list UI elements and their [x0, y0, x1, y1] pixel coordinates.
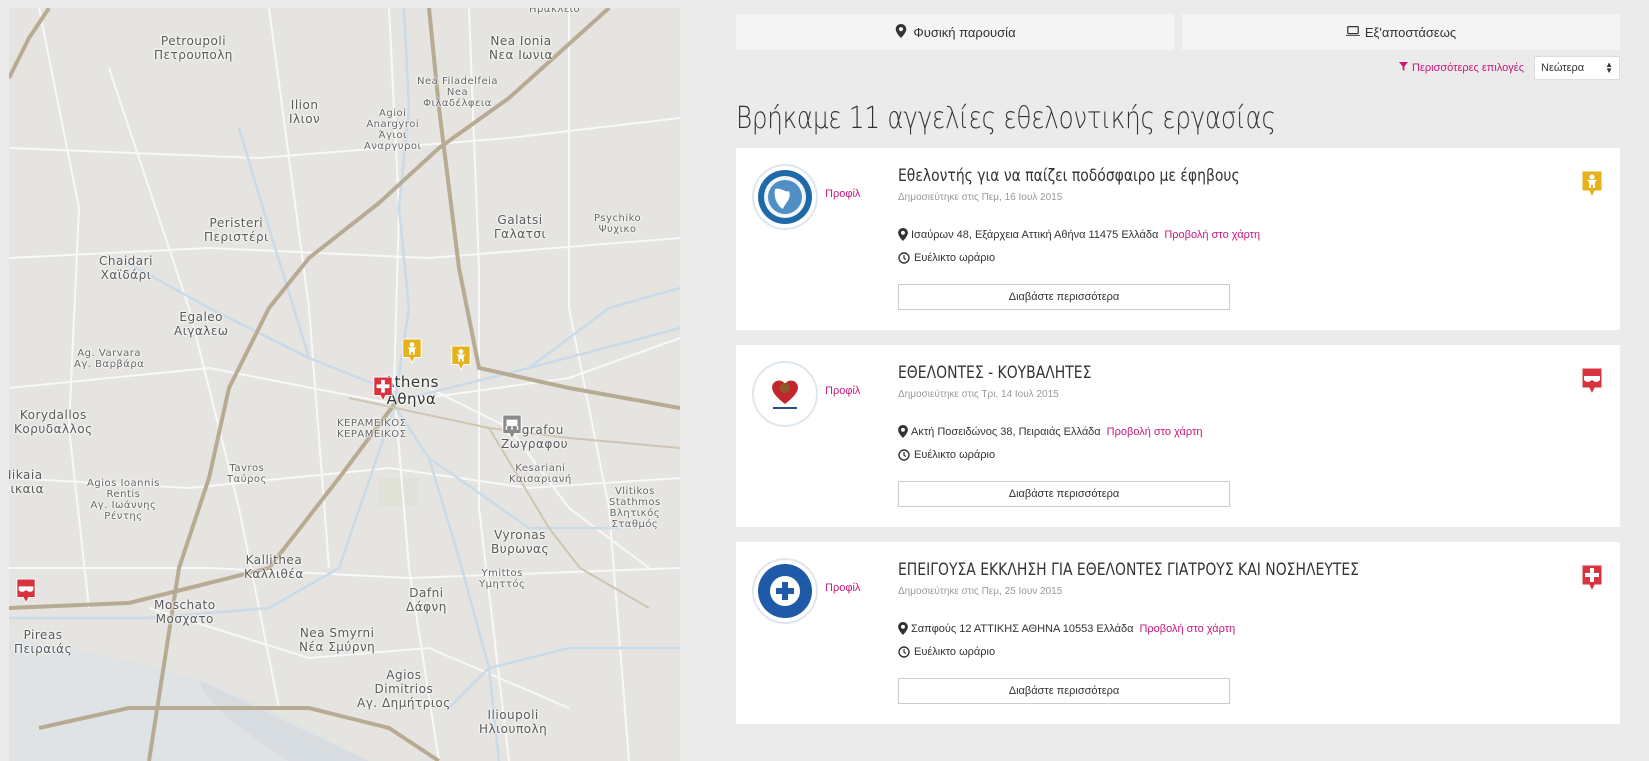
clock-icon [898, 252, 910, 264]
listing-address: Ισαύρων 48, Εξάρχεια Αττική Αθήνα 11475 … [898, 228, 1260, 241]
location-type-tabs: Φυσική παρουσία Εξ'αποστάσεως [736, 14, 1620, 50]
map-place-label: ΚΕΡΑΜΕΙΚΟΣ ΚΕΡΑΜΕΙΚΟΣ [337, 418, 407, 440]
listing-title[interactable]: ΕΘΕΛΟΝΤΕΣ - ΚΟΥΒΑΛΗΤΕΣ [898, 363, 1091, 383]
map-place-label: Agioi Anargyroi Άγιοι Αναργυροι [364, 108, 422, 152]
sort-select[interactable]: Νεώτερα ▲ ▼ [1534, 56, 1620, 80]
map-place-label: Nea Ionia Νεα Ιωνια [489, 34, 553, 62]
listing-date: Δημοσιεύτηκε στις Πεμ, 16 Ιουλ 2015 [898, 192, 1063, 203]
filter-icon [1399, 62, 1409, 74]
map-place-label: Pireas Πειραιάς [14, 628, 73, 656]
listing-schedule: Ευέλικτο ωράριο [898, 646, 995, 658]
results-heading: Βρήκαμε 11 αγγελίες εθελοντικής εργασίας [736, 101, 1276, 136]
tab-physical-presence[interactable]: Φυσική παρουσία [736, 14, 1174, 50]
organization-logo[interactable] [754, 560, 816, 622]
listing-schedule: Ευέλικτο ωράριο [898, 252, 995, 264]
map-place-label: Ag. Varvara Αγ. Βαρβάρα [74, 348, 145, 370]
clock-icon [898, 449, 910, 461]
tab-remote[interactable]: Εξ'αποστάσεως [1182, 14, 1620, 50]
map-place-label: Galatsi Γαλατσι [494, 213, 546, 241]
profile-link[interactable]: Προφίλ [825, 582, 860, 594]
listing-address: Ακτή Ποσειδώνος 38, Πειραιάς Ελλάδα Προβο… [898, 425, 1202, 438]
more-options-label: Περισσότερες επιλογές [1412, 62, 1524, 74]
filter-bar: Περισσότερες επιλογές Νεώτερα ▲ ▼ [1399, 56, 1620, 80]
map-place-label: Agios Ioannis Rentis Αγ. Ιωάννης Ρέντης [87, 478, 160, 522]
map-marker-child-icon[interactable] [450, 345, 472, 371]
schedule-text: Ευέλικτο ωράριο [914, 646, 996, 658]
schedule-text: Ευέλικτο ωράριο [914, 252, 996, 264]
map-place-label: Ilioupoli Ηλιουπολη [479, 708, 548, 736]
listing-date: Δημοσιεύτηκε στις Πεμ, 25 Ιουν 2015 [898, 586, 1063, 597]
map-place-label: Dafni Δάφνη [406, 586, 447, 614]
clock-icon [898, 646, 910, 658]
map-place-label: Ηρακλειο [529, 8, 581, 15]
listing-title[interactable]: ΕΠΕΙΓΟΥΣΑ ΕΚΚΛΗΣΗ ΓΙΑ ΕΘΕΛΟΝΤΕΣ ΓΙΑΤΡΟΥΣ… [898, 560, 1359, 580]
select-arrows-icon: ▲ ▼ [1605, 60, 1613, 75]
schedule-text: Ευέλικτο ωράριο [914, 449, 996, 461]
map-place-label: Psychiko Ψυχικο [594, 213, 642, 235]
map-view[interactable]: Ηρακλειο Petroupoli Πετρουπολη Nea Ionia Ν… [9, 8, 680, 761]
map-place-label: Ymittos Υμηττός [479, 568, 526, 590]
category-medical-cross-icon [1580, 564, 1604, 593]
map-place-label: Kesariani Καισαριανή [509, 463, 572, 485]
read-more-button[interactable]: Διαβάστε περισσότερα [898, 284, 1230, 310]
map-place-label: Nikaia Νικαια [9, 468, 44, 496]
view-on-map-link[interactable]: Προβολή στο χάρτη [1139, 623, 1235, 635]
tab-remote-label: Εξ'αποστάσεως [1364, 24, 1457, 40]
listing-card: Προφίλ ΕΠΕΙΓΟΥΣΑ ΕΚΚΛΗΣΗ ΓΙΑ ΕΘΕΛΟΝΤΕΣ ΓΙ… [736, 542, 1620, 724]
map-pin-icon [898, 425, 908, 438]
map-marker-medical-cross-icon[interactable] [372, 376, 394, 402]
map-place-label: Kallithea Καλλιθέα [244, 553, 304, 581]
listing-title[interactable]: Εθελοντής για να παίζει ποδόσφαιρο με έφ… [898, 166, 1240, 186]
map-place-label: Nea Smyrni Νέα Σμύρνη [299, 626, 376, 654]
map-place-label: Chaidari Χαϊδάρι [99, 254, 153, 282]
map-place-label: Korydallos Κορυδαλλος [14, 408, 93, 436]
tab-physical-label: Φυσική παρουσία [913, 24, 1016, 40]
organization-logo[interactable] [754, 166, 816, 228]
laptop-icon [1345, 24, 1360, 41]
listing-card: Προφίλ ΕΘΕΛΟΝΤΕΣ - ΚΟΥΒΑΛΗΤΕΣ Δημοσιεύτηκε… [736, 345, 1620, 527]
profile-link[interactable]: Προφίλ [825, 385, 860, 397]
listing-schedule: Ευέλικτο ωράριο [898, 449, 995, 461]
organization-logo[interactable] [754, 363, 816, 425]
map-place-label: Vyronas Βυρωνας [491, 528, 549, 556]
address-text: Ισαύρων 48, Εξάρχεια Αττική Αθήνα 11475 … [911, 228, 1159, 241]
map-place-label: Peristeri Περιστέρι [204, 216, 269, 244]
map-marker-group-icon[interactable] [501, 414, 523, 440]
results-panel: Φυσική παρουσία Εξ'αποστάσεως Περισσότερ… [736, 14, 1620, 761]
map-marker-hands-icon[interactable] [15, 578, 37, 604]
address-text: Σαπφούς 12 ΑΤΤΙΚΗΣ ΑΘΗΝΑ 10553 Ελλάδα [911, 622, 1134, 635]
view-on-map-link[interactable]: Προβολή στο χάρτη [1107, 426, 1203, 438]
map-place-label: Agios Dimitrios Αγ. Δημήτριος [357, 668, 451, 710]
category-child-icon [1580, 170, 1604, 199]
category-hands-icon [1580, 367, 1604, 396]
map-pin-icon [894, 23, 908, 41]
view-on-map-link[interactable]: Προβολή στο χάρτη [1164, 229, 1260, 241]
map-pin-icon [898, 228, 908, 241]
app-root: Ηρακλειο Petroupoli Πετρουπολη Nea Ionia Ν… [0, 0, 1649, 761]
listing-card: Προφίλ Εθελοντής για να παίζει ποδόσφαιρο… [736, 148, 1620, 330]
map-place-label: Ilion Ιλιον [289, 98, 321, 126]
address-text: Ακτή Ποσειδώνος 38, Πειραιάς Ελλάδα [911, 425, 1101, 438]
sort-selected-value: Νεώτερα [1541, 62, 1585, 74]
read-more-button[interactable]: Διαβάστε περισσότερα [898, 678, 1230, 704]
map-marker-child-icon[interactable] [401, 338, 423, 364]
map-place-label: Tavros Ταύρος [227, 463, 267, 485]
map-place-label: Egaleo Αιγαλεω [174, 310, 229, 338]
listing-address: Σαπφούς 12 ΑΤΤΙΚΗΣ ΑΘΗΝΑ 10553 Ελλάδα Προ… [898, 622, 1235, 635]
more-options-link[interactable]: Περισσότερες επιλογές [1399, 62, 1524, 74]
map-place-label: Nea Filadelfeia Nea Φιλαδέλφεια [417, 76, 499, 109]
read-more-button[interactable]: Διαβάστε περισσότερα [898, 481, 1230, 507]
listing-date: Δημοσιεύτηκε στις Τρι, 14 Ιουλ 2015 [898, 389, 1059, 400]
map-place-label: Petroupoli Πετρουπολη [154, 34, 233, 62]
map-place-label: Moschato Μοσχατο [154, 598, 216, 626]
map-place-label: Vlitikos Stathmos Βλητικός Σταθμός [609, 486, 661, 530]
map-pin-icon [898, 622, 908, 635]
profile-link[interactable]: Προφίλ [825, 188, 860, 200]
